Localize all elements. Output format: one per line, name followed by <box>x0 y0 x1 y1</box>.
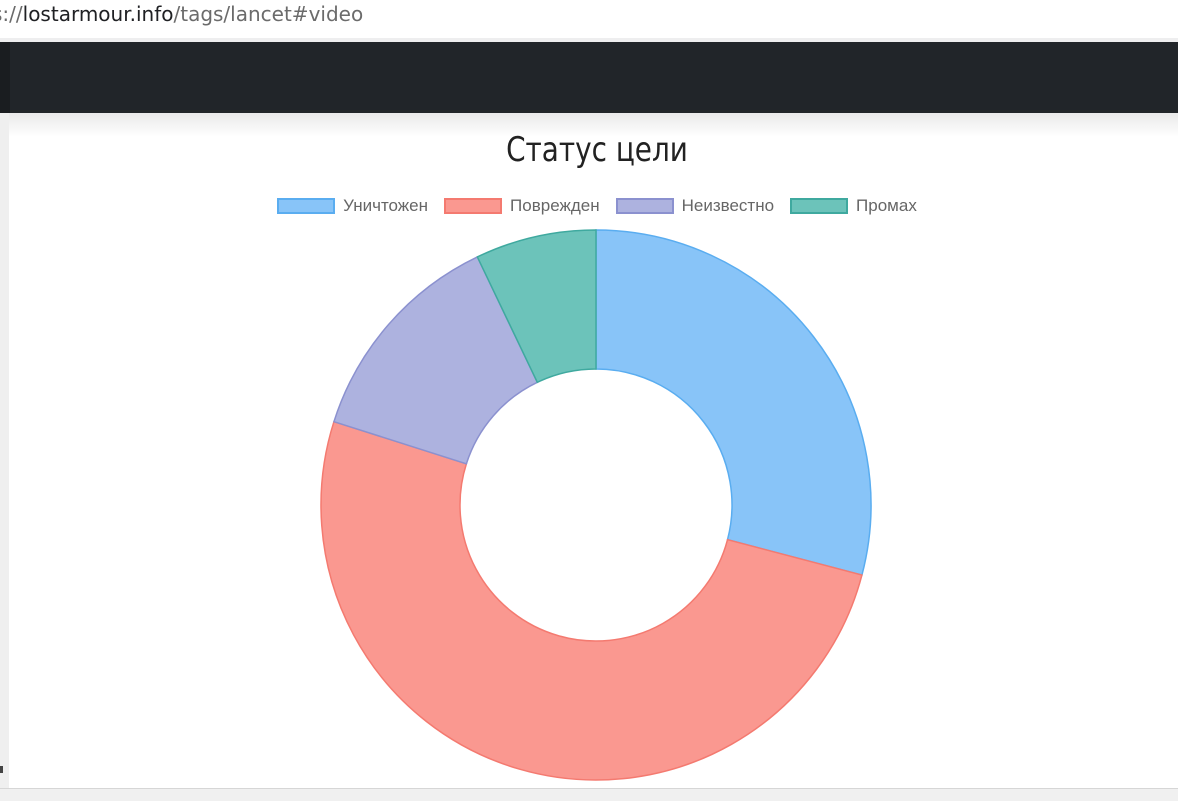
window-bottom-edge <box>0 788 1178 801</box>
slice-destroyed[interactable] <box>595 229 872 576</box>
donut-chart <box>320 229 872 781</box>
